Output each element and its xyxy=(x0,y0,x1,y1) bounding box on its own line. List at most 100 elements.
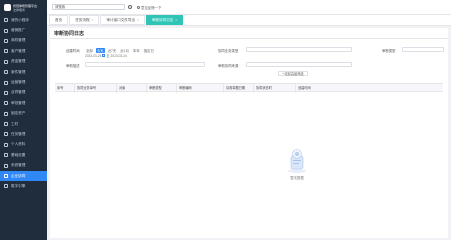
table-column-header: 审断类型 xyxy=(146,84,162,93)
menu-icon xyxy=(4,122,8,127)
time-filter-option[interactable]: 指定日 xyxy=(143,48,155,53)
table-column-header: 请收单据日期 xyxy=(223,84,245,93)
content-filter-input[interactable] xyxy=(85,62,205,67)
sidebar-item-label: 任务管理 xyxy=(11,131,26,136)
tab[interactable]: 审断协同日志 × xyxy=(145,15,184,25)
sidebar-item-label: 固定资产 xyxy=(11,111,26,116)
table-column-header: 协同状态时 xyxy=(253,84,272,93)
tab-label: 审计接口文件导出 xyxy=(106,17,136,22)
type-filter-label: 协同业务类型 xyxy=(218,49,239,53)
sidebar-item[interactable]: 合同管理 xyxy=(0,88,47,98)
close-tab-icon[interactable]: × xyxy=(92,18,94,22)
time-filter-option[interactable]: 今天 xyxy=(95,47,105,53)
sidebar-item-label: 案件管理 xyxy=(11,69,26,74)
empty-state: 暂无数据 xyxy=(277,148,317,180)
sidebar-item[interactable]: 运营管理 xyxy=(0,77,47,87)
content-filter-label: 审断描述 xyxy=(66,64,80,68)
sidebar-item-label: 运营管理 xyxy=(11,80,26,85)
search-input[interactable]: 请搜索 xyxy=(52,4,125,10)
tab-label: 首页 xyxy=(55,17,63,22)
top-bar: 请搜索 意见反馈一下 xyxy=(47,0,451,15)
tab-label: 任务流程 xyxy=(75,17,90,22)
refresh-icon[interactable] xyxy=(128,5,132,9)
table-column-header: 序号 xyxy=(57,86,64,90)
app-logo[interactable]: 智慧律所管理平台 法律服务 xyxy=(0,0,47,15)
sidebar-item-label: 合同管理 xyxy=(11,90,26,95)
type-filter-select[interactable] xyxy=(246,47,352,52)
sidebar-item-label: 商机管理 xyxy=(11,38,26,43)
sidebar-item-label: 个人资料 xyxy=(11,142,26,147)
time-filter-option[interactable]: 全部 xyxy=(85,48,94,53)
menu-icon xyxy=(4,142,8,147)
table-column-header: 对象 xyxy=(116,84,125,93)
empty-state-text: 暂无数据 xyxy=(290,176,304,180)
sidebar-item[interactable]: 数字引擎 xyxy=(0,181,47,191)
collapse-filter-button[interactable]: ^ 收起高级筛选 xyxy=(278,70,308,76)
sidebar-item[interactable]: 任务管理 xyxy=(0,129,47,139)
date-separator: 至 xyxy=(106,54,110,58)
menu-icon xyxy=(4,18,8,23)
table-column-header: 创建时间 xyxy=(295,84,311,93)
table-column-header: 协同业务单号 xyxy=(74,84,96,93)
feedback-label: 意见反馈一下 xyxy=(141,5,162,10)
date-to: 2023-03-24 xyxy=(110,53,127,58)
title-divider xyxy=(50,38,448,39)
sidebar-item-label: 资金管理 xyxy=(11,59,26,64)
sidebar-item-label: 审批管理 xyxy=(11,100,26,105)
time-filter-option[interactable]: 近1月 xyxy=(119,48,130,53)
menu-icon xyxy=(4,132,8,137)
empty-illustration-icon xyxy=(287,148,307,174)
source-filter-label: 审断协同来源 xyxy=(218,64,239,68)
time-filter-label: 创建时间 xyxy=(66,49,80,53)
feedback-icon xyxy=(137,5,140,9)
date-from: 2023-03-24 xyxy=(85,53,102,58)
calendar-icon xyxy=(102,54,106,57)
menu-icon xyxy=(4,59,8,64)
sidebar-item[interactable]: 我的小程序 xyxy=(0,15,47,25)
tab[interactable]: 首页 xyxy=(49,15,69,25)
date-range[interactable]: 2023-03-24 至 2023-03-24 xyxy=(85,53,127,59)
sidebar-item[interactable]: 基础设置 xyxy=(0,150,47,160)
sidebar-item-label: 系统管理 xyxy=(11,163,26,168)
chevron-up-icon: ^ xyxy=(282,71,284,76)
type2-filter-label: 审断类型 xyxy=(382,49,396,53)
sidebar-item[interactable]: 系统管理 xyxy=(0,160,47,170)
sidebar-item-label: 数字引擎 xyxy=(11,183,26,188)
sidebar-item[interactable]: 个人资料 xyxy=(0,140,47,150)
sidebar-item[interactable]: 审批管理 xyxy=(0,98,47,108)
tab-label: 审断协同日志 xyxy=(151,17,174,22)
time-filter-option[interactable]: 近7天 xyxy=(107,48,118,53)
sidebar: 智慧律所管理平台 法律服务 我的小程序营销推广商机管理客户管理资金管理案件管理运… xyxy=(0,0,47,240)
menu-icon xyxy=(4,28,8,33)
sidebar-item[interactable]: 商机管理 xyxy=(0,36,47,46)
type2-filter-select[interactable] xyxy=(402,47,444,52)
menu-icon xyxy=(4,101,8,106)
sidebar-item[interactable]: 工时 xyxy=(0,119,47,129)
sidebar-item-label: 企业协同 xyxy=(11,173,26,178)
tab-bar: 首页 任务流程 × 审计接口文件导出 × 审断协同日志 × xyxy=(47,15,451,26)
tab[interactable]: 任务流程 × xyxy=(69,15,100,25)
table-header: 序号 协同业务单号 对象 审断类型 审断编码 请收单据日期 协同状态时 创建时间 xyxy=(55,83,443,93)
sidebar-item-label: 客户管理 xyxy=(11,48,26,53)
close-tab-icon[interactable]: × xyxy=(175,18,177,22)
main-content: 审断协同日志 创建时间 全部 今天 近7天 近1月 本年 指定日 2023-03-24 至… xyxy=(50,28,448,238)
menu-icon xyxy=(4,90,8,95)
menu-icon xyxy=(4,70,8,75)
feedback-link[interactable]: 意见反馈一下 xyxy=(137,5,161,10)
sidebar-item[interactable]: 固定资产 xyxy=(0,109,47,119)
tab[interactable]: 审计接口文件导出 × xyxy=(100,15,145,25)
sidebar-item[interactable]: 资金管理 xyxy=(0,57,47,67)
close-tab-icon[interactable]: × xyxy=(137,18,139,22)
sidebar-item-label: 我的小程序 xyxy=(11,17,29,22)
sidebar-item[interactable]: 企业协同 xyxy=(0,170,47,182)
menu-icon xyxy=(4,153,8,158)
sidebar-item[interactable]: 客户管理 xyxy=(0,46,47,56)
collapse-filter-label: 收起高级筛选 xyxy=(284,71,304,76)
menu-icon xyxy=(4,174,8,179)
source-filter-select[interactable] xyxy=(246,62,352,67)
menu-icon xyxy=(4,163,8,168)
time-filter-option[interactable]: 本年 xyxy=(132,48,141,53)
menu-icon xyxy=(4,80,8,85)
sidebar-item[interactable]: 营销推广 xyxy=(0,25,47,35)
sidebar-item[interactable]: 案件管理 xyxy=(0,67,47,77)
